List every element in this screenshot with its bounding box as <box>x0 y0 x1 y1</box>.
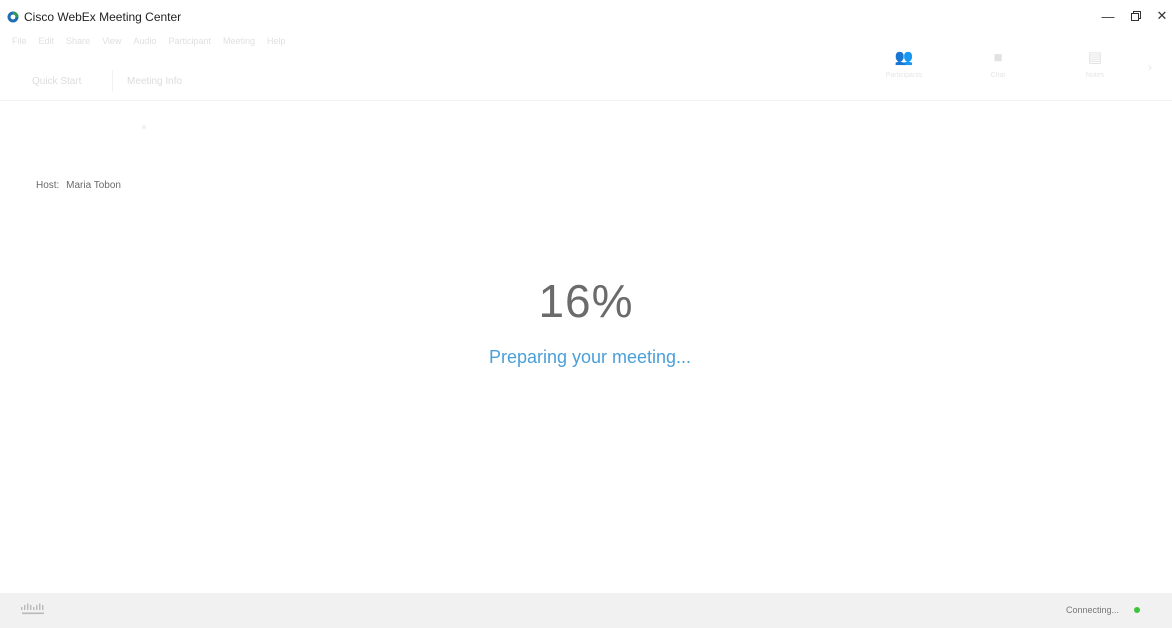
host-info: Host: Maria Tobon <box>36 180 121 191</box>
menu-view[interactable]: View <box>102 36 121 54</box>
notes-icon: ▤ <box>1087 49 1103 66</box>
menu-edit[interactable]: Edit <box>39 36 55 54</box>
chevron-icon[interactable]: › <box>1148 60 1152 74</box>
minimize-icon[interactable]: — <box>1097 6 1119 26</box>
menu-file[interactable]: File <box>12 36 27 54</box>
connection-status-text: Connecting... <box>1066 605 1120 615</box>
menu-audio[interactable]: Audio <box>133 36 156 54</box>
progress-status: Preparing your meeting... <box>488 347 692 367</box>
chat-icon: ■ <box>993 48 1003 66</box>
webex-window: Cisco WebEx Meeting Center — ✕ File Edit… <box>0 0 1172 628</box>
connection-status-indicator <box>1134 607 1140 613</box>
menu-meeting[interactable]: Meeting <box>223 36 255 54</box>
status-bar: Connecting... <box>0 593 1172 628</box>
restore-glyph-icon <box>1131 11 1141 21</box>
tab-quick-start[interactable]: Quick Start <box>18 70 95 92</box>
menu-help[interactable]: Help <box>267 36 286 54</box>
progress-percent: 16% <box>538 275 634 327</box>
cisco-logo-icon <box>21 603 44 615</box>
restore-icon[interactable] <box>1125 6 1147 26</box>
menu-participant[interactable]: Participant <box>168 36 211 54</box>
window-title: Cisco WebEx Meeting Center <box>24 10 182 24</box>
participants-button[interactable]: 👥 Participants <box>874 48 934 92</box>
notes-label: Notes <box>1085 72 1105 79</box>
chat-label: Chat <box>990 72 1006 79</box>
participants-icon: 👥 <box>894 49 914 66</box>
close-icon[interactable]: ✕ <box>1151 6 1172 26</box>
notes-button[interactable]: ▤ Notes <box>1065 48 1125 92</box>
menu-bar: File Edit Share View Audio Participant M… <box>0 36 812 54</box>
participants-label: Participants <box>885 72 923 79</box>
host-label: Host: <box>36 180 60 191</box>
host-name: Maria Tobon <box>66 180 121 191</box>
decorative-dot <box>142 125 146 129</box>
tab-meeting-info[interactable]: Meeting Info <box>112 70 196 92</box>
menu-share[interactable]: Share <box>66 36 90 54</box>
title-bar: Cisco WebEx Meeting Center — ✕ <box>0 0 1172 30</box>
chat-button[interactable]: ■ Chat <box>968 48 1028 92</box>
webex-logo-icon <box>7 11 19 23</box>
